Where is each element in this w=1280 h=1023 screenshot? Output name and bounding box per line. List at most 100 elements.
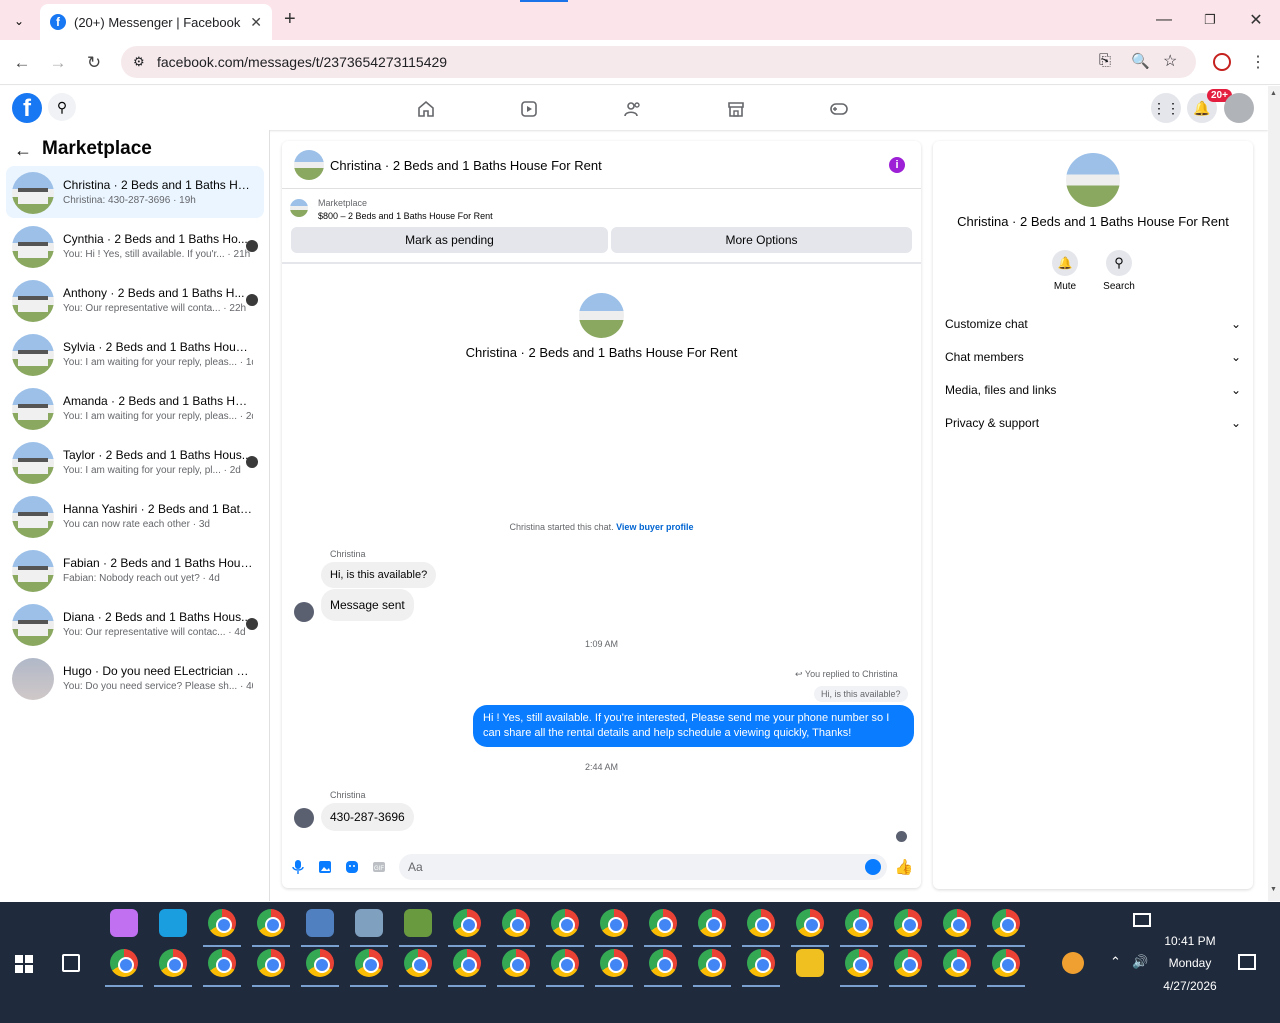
file-explorer-icon[interactable] xyxy=(796,949,824,977)
view-buyer-profile-link[interactable]: View buyer profile xyxy=(616,522,693,532)
chrome-taskbar-icon[interactable] xyxy=(453,949,481,977)
chrome-taskbar-icon[interactable] xyxy=(894,909,922,937)
search-conversation-icon[interactable]: ⚲ xyxy=(1106,250,1132,276)
video-icon[interactable] xyxy=(517,97,541,121)
chat-members-section[interactable]: Chat members ⌄ xyxy=(945,350,1241,364)
clock-time[interactable]: 10:41 PM xyxy=(1150,934,1230,948)
media-files-links-section[interactable]: Media, files and links ⌄ xyxy=(945,383,1241,397)
chrome-taskbar-icon[interactable] xyxy=(649,909,677,937)
info-icon[interactable]: i xyxy=(889,157,905,173)
clock-date[interactable]: 4/27/2026 xyxy=(1150,979,1230,993)
account-avatar[interactable] xyxy=(1224,93,1254,123)
chrome-taskbar-icon[interactable] xyxy=(992,949,1020,977)
menu-grid-icon[interactable]: ⋮⋮ xyxy=(1151,93,1181,123)
task-view-icon[interactable] xyxy=(62,954,80,972)
new-tab-icon[interactable]: + xyxy=(284,8,296,31)
edge-icon[interactable] xyxy=(159,909,187,937)
emoji-icon[interactable] xyxy=(865,859,881,875)
close-tab-icon[interactable]: ✕ xyxy=(250,14,262,31)
zoom-icon[interactable]: 🔍 xyxy=(1131,52,1150,70)
sticker-icon[interactable] xyxy=(344,859,360,875)
chrome-taskbar-icon[interactable] xyxy=(600,909,628,937)
search-icon[interactable]: ⚲ xyxy=(48,93,76,121)
chrome-taskbar-icon[interactable] xyxy=(943,909,971,937)
privacy-support-section[interactable]: Privacy & support ⌄ xyxy=(945,416,1241,430)
chrome-taskbar-icon[interactable] xyxy=(502,909,530,937)
clock-day[interactable]: Monday xyxy=(1150,956,1230,970)
quoted-message[interactable]: Hi, is this available? xyxy=(814,686,908,702)
site-info-icon[interactable]: ⚙ xyxy=(133,54,145,70)
reload-icon[interactable]: ↻ xyxy=(82,51,106,75)
install-app-icon[interactable]: ⎘ xyxy=(1099,52,1111,69)
chrome-taskbar-icon[interactable] xyxy=(502,949,530,977)
incoming-message[interactable]: Hi, is this available? xyxy=(321,562,437,588)
more-options-button[interactable]: More Options xyxy=(611,227,912,253)
chrome-taskbar-icon[interactable] xyxy=(208,949,236,977)
conversation-item[interactable]: Hanna Yashiri · 2 Beds and 1 Baths ... Yo… xyxy=(6,490,264,542)
incoming-message[interactable]: 430-287-3696 xyxy=(321,803,414,831)
conversation-item[interactable]: Diana · 2 Beds and 1 Baths Hous... You: O… xyxy=(6,598,264,650)
chrome-taskbar-icon[interactable] xyxy=(208,909,236,937)
conversation-item[interactable]: Taylor · 2 Beds and 1 Baths Hous... You: … xyxy=(6,436,264,488)
app-icon[interactable] xyxy=(306,909,334,937)
chrome-taskbar-icon[interactable] xyxy=(747,909,775,937)
notepad-icon[interactable] xyxy=(404,909,432,937)
chrome-taskbar-icon[interactable] xyxy=(649,949,677,977)
browser-tab[interactable]: f (20+) Messenger | Facebook ✕ xyxy=(40,4,272,40)
outgoing-message[interactable]: Hi ! Yes, still available. If you're int… xyxy=(473,705,914,747)
chat-header-title[interactable]: Christina · 2 Beds and 1 Baths House For… xyxy=(330,158,602,173)
chrome-taskbar-icon[interactable] xyxy=(404,949,432,977)
windows-start-icon[interactable] xyxy=(15,955,33,973)
tab-search-chevron-icon[interactable]: ⌄ xyxy=(8,10,30,32)
home-icon[interactable] xyxy=(414,97,438,121)
scroll-up-icon[interactable]: ▲ xyxy=(1270,90,1277,97)
mute-bell-icon[interactable]: 🔔 xyxy=(1052,250,1078,276)
mark-as-pending-button[interactable]: Mark as pending xyxy=(291,227,608,253)
image-icon[interactable] xyxy=(317,859,333,875)
chrome-taskbar-icon[interactable] xyxy=(698,949,726,977)
chrome-taskbar-icon[interactable] xyxy=(698,909,726,937)
incoming-message[interactable]: Message sent xyxy=(321,589,414,621)
chrome-taskbar-icon[interactable] xyxy=(159,949,187,977)
restore-icon[interactable]: ❐ xyxy=(1198,8,1222,32)
gif-icon[interactable]: GIF xyxy=(371,859,387,875)
friends-icon[interactable] xyxy=(621,97,645,121)
copilot-icon[interactable] xyxy=(110,909,138,937)
app-icon[interactable] xyxy=(355,909,383,937)
chrome-taskbar-icon[interactable] xyxy=(257,949,285,977)
chat-avatar[interactable] xyxy=(294,150,324,180)
gaming-icon[interactable] xyxy=(827,97,851,121)
customize-chat-section[interactable]: Customize chat ⌄ xyxy=(945,317,1241,331)
chrome-taskbar-icon[interactable] xyxy=(306,949,334,977)
chrome-taskbar-icon[interactable] xyxy=(845,909,873,937)
back-arrow-icon[interactable]: ← xyxy=(14,140,32,161)
chrome-taskbar-icon[interactable] xyxy=(796,909,824,937)
chrome-taskbar-icon[interactable] xyxy=(551,909,579,937)
page-scrollbar[interactable]: ▲ ▼ xyxy=(1268,86,1280,901)
weather-icon[interactable] xyxy=(1062,952,1084,974)
conversation-item[interactable]: Amanda · 2 Beds and 1 Baths Hous... You: … xyxy=(6,382,264,434)
chrome-taskbar-icon[interactable] xyxy=(943,949,971,977)
volume-icon[interactable]: 🔊 xyxy=(1132,954,1148,970)
conversation-item[interactable]: Cynthia · 2 Beds and 1 Baths Ho... You: H… xyxy=(6,220,264,272)
conversation-item[interactable]: Anthony · 2 Beds and 1 Baths H... You: Ou… xyxy=(6,274,264,326)
intro-avatar[interactable] xyxy=(579,293,624,338)
conversation-item[interactable]: Fabian · 2 Beds and 1 Baths House ... Fab… xyxy=(6,544,264,596)
notification-center-icon[interactable] xyxy=(1238,954,1256,970)
browser-menu-icon[interactable]: ⋮ xyxy=(1250,52,1266,72)
minimize-icon[interactable]: — xyxy=(1152,8,1176,32)
profile-icon[interactable] xyxy=(1213,53,1231,71)
microphone-icon[interactable] xyxy=(290,859,306,875)
chrome-taskbar-icon[interactable] xyxy=(355,949,383,977)
chrome-taskbar-icon[interactable] xyxy=(845,949,873,977)
bookmark-star-icon[interactable]: ☆ xyxy=(1163,51,1177,71)
conversation-item[interactable]: Hugo · Do you need ELectrician se... You:… xyxy=(6,652,264,704)
back-icon[interactable]: ← xyxy=(10,51,34,75)
url-field[interactable]: ⚙ facebook.com/messages/t/23736542731154… xyxy=(121,46,1196,78)
chrome-taskbar-icon[interactable] xyxy=(992,909,1020,937)
conversation-item[interactable]: Sylvia · 2 Beds and 1 Baths House ... You… xyxy=(6,328,264,380)
sender-avatar[interactable] xyxy=(294,602,314,622)
chrome-taskbar-icon[interactable] xyxy=(551,949,579,977)
message-input[interactable]: Aa xyxy=(399,854,887,880)
chrome-taskbar-icon[interactable] xyxy=(894,949,922,977)
